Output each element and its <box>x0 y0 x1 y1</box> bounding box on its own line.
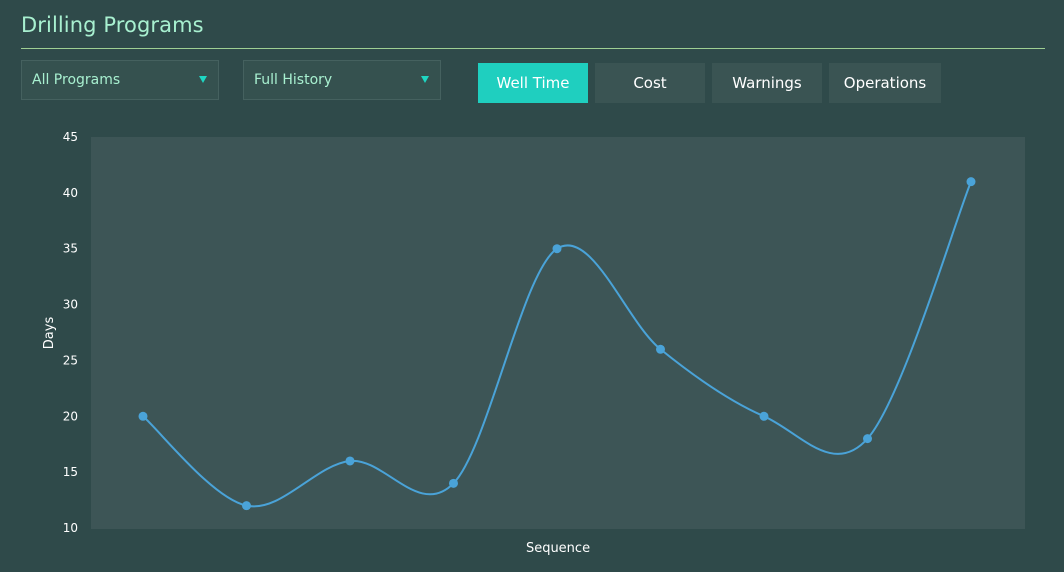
y-tick-label: 30 <box>63 298 78 312</box>
x-axis-label: Sequence <box>526 541 590 556</box>
data-point[interactable] <box>552 244 562 254</box>
y-tick-label: 25 <box>63 353 78 367</box>
data-point[interactable] <box>759 411 769 421</box>
data-point[interactable] <box>345 456 355 466</box>
data-point[interactable] <box>966 177 976 187</box>
data-point[interactable] <box>242 501 251 511</box>
well-time-chart: 10 15 20 25 30 35 40 45 Days Sequence <box>42 130 976 556</box>
data-point[interactable] <box>863 434 872 444</box>
y-tick-label: 40 <box>63 186 78 200</box>
y-tick-label: 45 <box>63 130 78 144</box>
series-line <box>142 181 972 508</box>
y-tick-label: 20 <box>63 409 78 423</box>
y-axis-label: Days <box>42 317 57 350</box>
data-point[interactable] <box>656 344 665 354</box>
y-tick-label: 35 <box>63 242 78 256</box>
y-tick-label: 15 <box>63 465 78 479</box>
data-point[interactable] <box>449 478 458 488</box>
y-tick-label: 10 <box>63 521 78 535</box>
data-point[interactable] <box>138 411 148 421</box>
